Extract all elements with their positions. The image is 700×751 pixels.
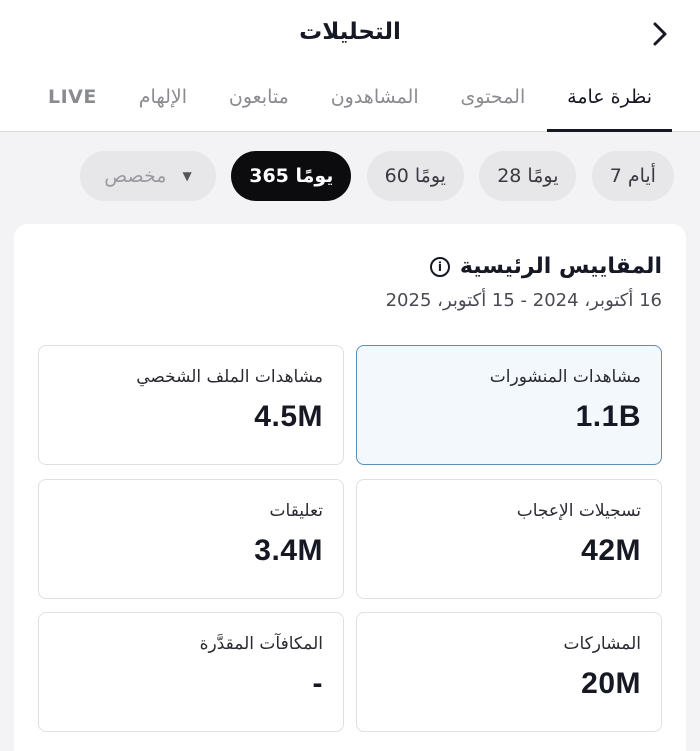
metric-value: 3.4M [254,534,323,567]
metric-label: مشاهدات الملف الشخصي [136,367,323,387]
info-icon[interactable]: i [429,256,450,277]
chip-7-days[interactable]: 7 أيام [591,151,674,201]
tab-live[interactable]: LIVE [28,76,117,132]
metric-label: تعليقات [269,501,323,521]
metric-card-comments[interactable]: تعليقات 3.4M [38,479,344,599]
date-range-chips: 7 أيام 28 يومًا 60 يومًا 365 يومًا مخصص … [80,151,674,203]
tab-inspiration[interactable]: الإلهام [119,76,207,132]
metric-label: تسجيلات الإعجاب [516,501,641,521]
metric-card-estimated-rewards[interactable]: المكافآت المقدَّرة - [38,612,344,732]
chip-custom-label: مخصص [104,165,167,187]
metric-label: المكافآت المقدَّرة [199,634,323,654]
metric-label: مشاهدات المنشورات [489,367,641,387]
metric-card-likes[interactable]: تسجيلات الإعجاب 42M [356,479,662,599]
tab-content[interactable]: المحتوى [441,76,546,132]
tab-followers[interactable]: متابعون [209,76,309,132]
tab-bar: نظرة عامة المحتوى المشاهدون متابعون الإل… [28,76,672,132]
top-bar: التحليلات نظرة عامة المحتوى المشاهدون مت… [0,0,700,132]
metric-value: 42M [581,534,641,567]
caret-down-icon: ▼ [182,169,192,183]
date-range-label: 16 أكتوبر، 2024 - 15 أكتوبر، 2025 [385,290,662,311]
tab-viewers[interactable]: المشاهدون [311,76,439,132]
metric-card-shares[interactable]: المشاركات 20M [356,612,662,732]
chip-365-days[interactable]: 365 يومًا [231,151,352,201]
page-title: التحليلات [299,19,401,45]
metric-value: - [312,667,323,700]
metric-value: 1.1B [575,400,641,433]
panel-header: i المقاييس الرئيسية [429,254,662,279]
chip-60-days[interactable]: 60 يومًا [366,151,464,201]
metric-card-profile-views[interactable]: مشاهدات الملف الشخصي 4.5M [38,345,344,465]
tab-overview[interactable]: نظرة عامة [547,76,672,132]
chip-28-days[interactable]: 28 يومًا [479,151,577,201]
metric-label: المشاركات [563,634,641,654]
metric-value: 20M [581,667,641,700]
chip-custom-dropdown[interactable]: مخصص ▼ [80,151,216,201]
metric-value: 4.5M [254,400,323,433]
key-metrics-panel: i المقاييس الرئيسية 16 أكتوبر، 2024 - 15… [14,224,686,751]
panel-title: المقاييس الرئيسية [459,254,662,279]
metric-card-post-views[interactable]: مشاهدات المنشورات 1.1B [356,345,662,465]
